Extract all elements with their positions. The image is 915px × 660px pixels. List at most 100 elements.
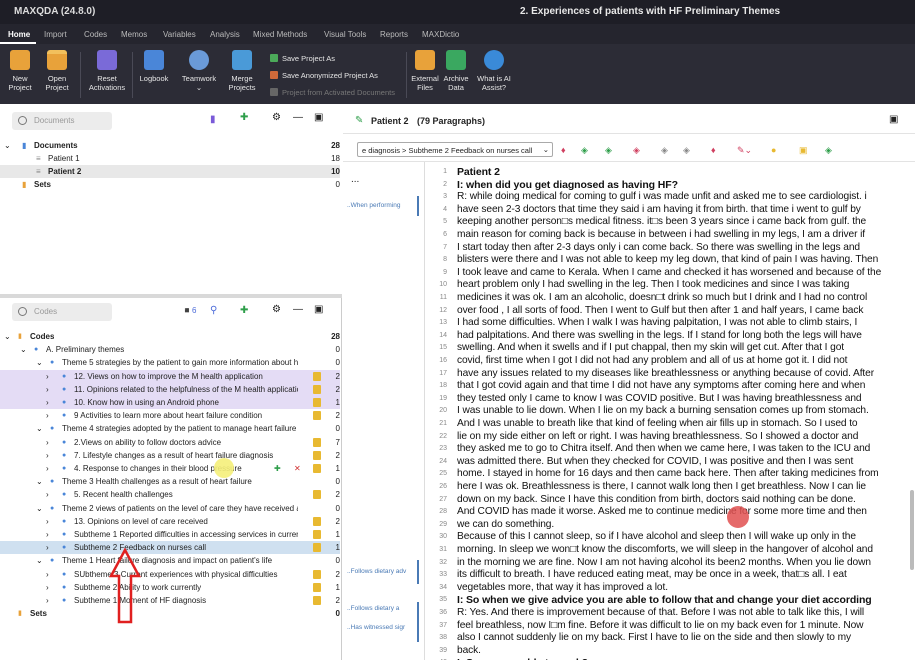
undock-icon[interactable]: ▣ xyxy=(889,114,898,125)
paragraph-text[interactable]: morning. In sleep we won□t know the disc… xyxy=(457,544,873,555)
gear-icon[interactable]: ⚙ xyxy=(272,304,281,315)
paragraph-text[interactable]: vegetables more, that way it has improve… xyxy=(457,582,668,593)
smiley-icon[interactable]: ● xyxy=(771,145,776,155)
paragraph-text[interactable]: And COVID has made it worse. Asked me to… xyxy=(457,506,867,517)
memo-icon[interactable] xyxy=(313,437,321,447)
chevron-right-icon[interactable]: › xyxy=(46,594,49,607)
chevron-right-icon[interactable]: › xyxy=(46,436,49,449)
memo-icon[interactable] xyxy=(313,450,321,460)
chevron-down-icon[interactable]: ⌄ xyxy=(36,475,43,488)
code-item[interactable]: › ● SUbtheme 3 Current experiences with ph… xyxy=(0,568,340,581)
chevron-right-icon[interactable]: › xyxy=(46,488,49,501)
memo-icon[interactable] xyxy=(313,490,321,500)
paragraph-text[interactable]: R: while doing medical for coming to gul… xyxy=(457,191,867,202)
chevron-right-icon[interactable]: › xyxy=(46,396,49,409)
coding-stripe-label[interactable]: ..Follows dietary a xyxy=(347,605,399,612)
code-item[interactable]: › ● Subtheme 1 Moment of HF diagnosis 2 xyxy=(0,594,340,607)
chevron-down-icon[interactable]: ⌄ xyxy=(4,330,11,343)
memo-icon[interactable] xyxy=(313,411,321,421)
chevron-down-icon[interactable]: ⌄ xyxy=(20,343,27,356)
paragraph-text[interactable]: also I cannot suddenly lie on my back. F… xyxy=(457,632,851,643)
code-item[interactable]: › ● 12. Views on how to improve the M heal… xyxy=(0,369,340,383)
coding-stripe[interactable] xyxy=(417,618,419,642)
code-in-vivo-icon[interactable]: ◈ xyxy=(581,145,588,156)
coding-stripe-label[interactable]: ..Follows dietary adv xyxy=(347,568,406,575)
code-item[interactable]: ⌄ ● A. Preliminary themes 0 xyxy=(0,343,340,356)
chevron-right-icon[interactable]: › xyxy=(46,383,49,396)
chevron-down-icon[interactable]: ⌄ xyxy=(36,554,43,567)
gear-icon[interactable]: ⚙ xyxy=(272,112,281,123)
document-text[interactable]: 1 Patient 2 2 I: when did you get diagnosed… xyxy=(425,162,915,660)
tab-memos[interactable]: Memos xyxy=(121,30,147,39)
memo-icon[interactable] xyxy=(313,569,321,579)
coding-stripe-label[interactable]: ..When performing xyxy=(347,202,400,209)
undock-icon[interactable]: ▣ xyxy=(314,304,323,315)
memo-icon[interactable] xyxy=(313,543,321,553)
paragraph-text[interactable]: heart problem only I had swelling in the… xyxy=(457,279,849,290)
paragraph-text[interactable]: And I was unable to breath like that kin… xyxy=(457,418,858,429)
paragraph-text[interactable]: covid, first time when I got I did not h… xyxy=(457,355,848,366)
code-remove-icon[interactable]: ◈ xyxy=(661,145,668,156)
code-new-icon[interactable]: ◈ xyxy=(605,145,612,156)
paragraph-text[interactable]: they tested only I came to know I was CO… xyxy=(457,393,862,404)
save-project-as-button[interactable]: Save Project As xyxy=(270,54,335,63)
tree-root-codes[interactable]: ⌄ ▮ Codes 28 xyxy=(0,330,340,343)
code-item[interactable]: ⌄ ● Theme 2 views of patients on the level… xyxy=(0,502,340,515)
chevron-down-icon[interactable]: ⌄ xyxy=(36,422,43,435)
highlighter-icon[interactable]: ✎⌄ xyxy=(737,145,752,156)
paragraph-text[interactable]: I had some difficulties. When I walk I w… xyxy=(457,317,857,328)
paragraph-text[interactable]: have any issues related to my diseases l… xyxy=(457,368,874,379)
paragraph-text[interactable]: feel breathless, now I□m fine. Before it… xyxy=(457,620,864,631)
paragraph-text[interactable]: down on my back. Since I have this condi… xyxy=(457,494,856,505)
new-project-button[interactable]: New Project xyxy=(6,50,34,92)
merge-projects-button[interactable]: Merge Projects xyxy=(224,50,260,92)
tab-reports[interactable]: Reports xyxy=(380,30,408,39)
code-sets[interactable]: ▮ Sets 0 xyxy=(0,607,340,620)
chevron-right-icon[interactable]: › xyxy=(46,528,49,541)
code-icon[interactable]: ♦ xyxy=(561,145,566,155)
paragraph-text[interactable]: its difficult to breath. I have reduced … xyxy=(457,569,847,580)
document-item-selected[interactable]: ≡ Patient 2 10 xyxy=(0,165,340,178)
paragraph-text[interactable]: in the morning we are fine. Now I am not… xyxy=(457,557,871,568)
link-icon[interactable]: ◈ xyxy=(825,145,832,156)
chevron-down-icon[interactable]: ⌄ xyxy=(4,139,11,152)
paragraph-text[interactable]: R: Yes. And there is improvement because… xyxy=(457,607,864,618)
paragraph-text[interactable]: Patient 2 xyxy=(457,166,500,178)
chevron-right-icon[interactable]: › xyxy=(46,409,49,422)
quick-code-dropdown[interactable]: e diagnosis > Subtheme 2 Feedback on nur… xyxy=(357,142,553,157)
tab-visual-tools[interactable]: Visual Tools xyxy=(324,30,366,39)
memo-icon[interactable] xyxy=(313,530,321,539)
tree-root-documents[interactable]: ⌄ ▮ Documents 28 xyxy=(0,139,340,152)
memo-icon[interactable] xyxy=(313,516,321,526)
paragraph-text[interactable]: had palpitations. And there was swelling… xyxy=(457,330,862,341)
paragraph-text[interactable]: Because of this I cannot sleep, so if I … xyxy=(457,531,856,542)
memo-icon[interactable] xyxy=(313,582,321,592)
paragraph-text[interactable]: I start today then after 2-3 days only i… xyxy=(457,242,860,253)
paragraph-text[interactable]: keeping another person□s medical fitness… xyxy=(457,216,866,227)
logbook-button[interactable]: Logbook xyxy=(136,50,172,83)
save-anonymized-button[interactable]: Save Anonymized Project As xyxy=(270,71,378,80)
codes-search-input[interactable]: Codes xyxy=(12,303,112,321)
memo-icon[interactable] xyxy=(313,464,321,473)
add-icon[interactable]: ✚ xyxy=(240,112,248,123)
paragraph-text[interactable]: blisters were there and I was not able t… xyxy=(457,254,878,265)
reset-activations-button[interactable]: Reset Activations xyxy=(86,50,128,92)
tab-maxdictio[interactable]: MAXDictio xyxy=(422,30,459,39)
code-item[interactable]: ⌄ ● Theme 5 strategies by the patient to g… xyxy=(0,356,340,369)
paragraph-text[interactable]: I: when did you get diagnosed as having … xyxy=(457,179,678,191)
coding-stripe[interactable] xyxy=(417,602,419,618)
paragraph-text[interactable]: medicines it was ok. I am an alcoholic, … xyxy=(457,292,867,303)
code-undo-icon[interactable]: ◈ xyxy=(683,145,690,156)
tab-codes[interactable]: Codes xyxy=(84,30,107,39)
chevron-right-icon[interactable]: › xyxy=(46,515,49,528)
teamwork-button[interactable]: Teamwork ⌄ xyxy=(178,50,220,92)
project-from-activated-button[interactable]: Project from Activated Documents xyxy=(270,88,395,97)
memo-icon[interactable] xyxy=(313,371,321,381)
paragraph-text[interactable]: we can do something. xyxy=(457,519,554,530)
external-files-button[interactable]: External Files xyxy=(410,50,440,92)
code-item[interactable]: › ● Subtheme 2 Feedback on nurses call 1 xyxy=(0,541,340,555)
code-item[interactable]: › ● 4. Response to changes in their blood … xyxy=(0,462,340,475)
paragraph-text[interactable]: have seen 2-3 doctors that time they sai… xyxy=(457,204,861,215)
tab-analysis[interactable]: Analysis xyxy=(210,30,240,39)
code-item[interactable]: › ● 9 Activities to learn more about heart… xyxy=(0,409,340,422)
